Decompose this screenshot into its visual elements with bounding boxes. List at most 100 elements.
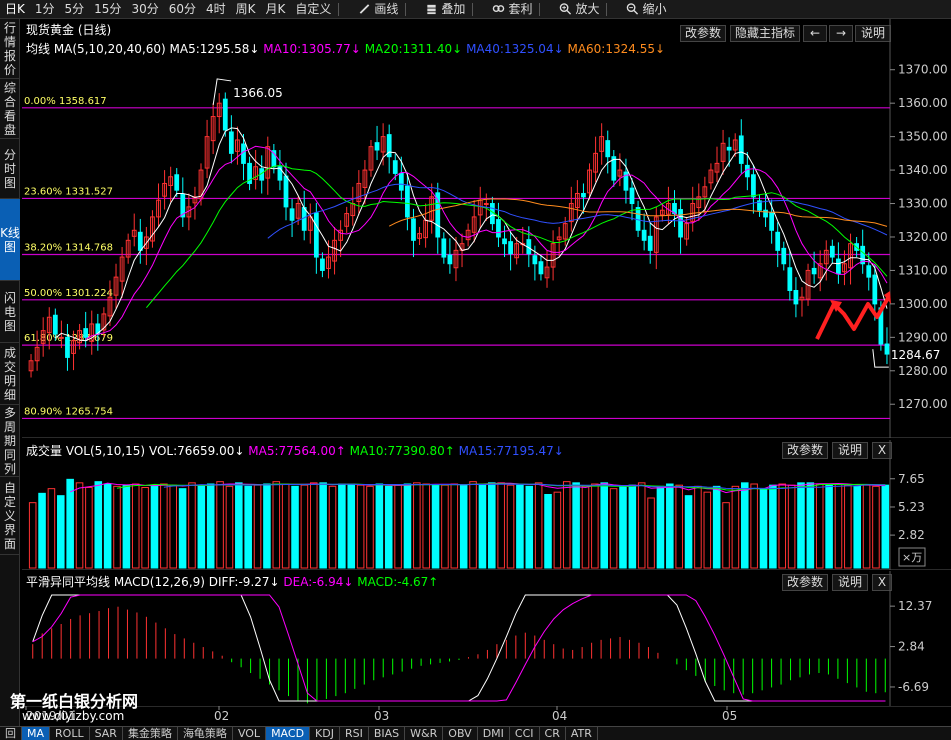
indicator-tab-vol[interactable]: VOL — [233, 727, 267, 740]
volume-bar — [450, 483, 459, 569]
y-tick-label: 1320.00 — [898, 230, 948, 244]
volume-bar — [609, 488, 618, 569]
indicator-tab-kdj[interactable]: KDJ — [310, 727, 340, 740]
side-tab-3[interactable]: K线图 — [0, 199, 20, 281]
candle-body — [872, 274, 878, 305]
volume-panel[interactable]: 成交量 VOL(5,10,15) VOL:76659.00↓ MA5:77564… — [22, 440, 951, 570]
volume-bar — [141, 487, 149, 569]
candle-body — [228, 131, 234, 154]
side-tab-7[interactable]: 自定义界面 — [0, 477, 20, 555]
volume-bar — [122, 484, 131, 569]
candle-body — [52, 314, 58, 335]
period-tab-5[interactable]: 60分 — [164, 0, 201, 19]
period-tab-8[interactable]: 月K — [261, 0, 291, 19]
side-tab-6[interactable]: 多周期同列 — [0, 405, 20, 477]
watermark-url: www.diyizby.com — [22, 709, 125, 723]
candle-body — [398, 172, 404, 191]
volume-bar — [872, 485, 880, 569]
volume-bar — [806, 482, 815, 569]
fib-label: 50.00% 1301.224 — [24, 288, 113, 299]
candle-body — [605, 140, 611, 158]
price-panel[interactable]: 现货黄金 (日线) 均线 MA(5,10,20,40,60) MA5:1295.… — [22, 19, 951, 438]
period-tab-6[interactable]: 4时 — [201, 0, 231, 19]
fib-label: 23.60% 1331.527 — [24, 186, 113, 197]
volume-bar — [356, 484, 365, 569]
indicator-tab-w&r[interactable]: W&R — [405, 727, 444, 740]
period-tab-2[interactable]: 5分 — [60, 0, 90, 19]
ma5-line — [54, 127, 888, 342]
x-tick-label: 03 — [374, 709, 389, 723]
indicator-tab-海龟策略[interactable]: 海龟策略 — [178, 727, 233, 740]
candle-body — [289, 208, 295, 221]
side-tab-4[interactable]: 闪电图 — [0, 281, 20, 343]
diff-line — [32, 594, 886, 702]
period-tab-4[interactable]: 30分 — [126, 0, 163, 19]
candle-body — [502, 238, 507, 245]
volume-bar — [694, 485, 702, 569]
volume-bar — [94, 481, 103, 569]
candle-body — [241, 143, 246, 164]
period-tab-9[interactable]: 自定义 — [290, 0, 336, 19]
volume-bar — [366, 485, 374, 569]
indicator-tab-cr[interactable]: CR — [540, 727, 566, 740]
indicator-tab-rsi[interactable]: RSI — [340, 727, 369, 740]
volume-bar — [225, 485, 234, 569]
indicator-tab-obv[interactable]: OBV — [443, 727, 478, 740]
indicator-tab-sar[interactable]: SAR — [90, 727, 123, 740]
tool-zoom-in-button[interactable]: 放大 — [554, 0, 604, 19]
indicator-tab-bias[interactable]: BIAS — [369, 727, 406, 740]
tool-link-button[interactable]: 套利 — [487, 0, 537, 19]
macd-chart: 12.37 2.84 -6.69 — [32, 571, 932, 706]
indicator-tab-macd[interactable]: MACD — [266, 727, 311, 740]
volume-bar — [488, 482, 496, 569]
candle-body — [313, 212, 319, 258]
toolbar-divider — [405, 2, 407, 16]
y-tick-label: 1350.00 — [898, 130, 948, 144]
y-tick-label: 1330.00 — [898, 197, 948, 211]
indicator-tab-ma[interactable]: MA — [22, 727, 51, 740]
period-tab-1[interactable]: 1分 — [30, 0, 60, 19]
ma10-line — [85, 145, 888, 340]
volume-bar — [825, 483, 833, 569]
macd-panel[interactable]: 平滑异同平均线 MACD(12,26,9) DIFF:-9.27↓ DEA:-6… — [22, 571, 951, 706]
candle-body — [793, 290, 799, 305]
volume-bar — [544, 494, 552, 569]
indicator-tab-atr[interactable]: ATR — [566, 727, 598, 740]
volume-bar — [853, 485, 861, 569]
candlestick-chart: 1370.00 1360.00 1350.00 1340.00 1330.00 1320.… — [22, 19, 951, 438]
candle-body — [411, 218, 416, 241]
side-tab-2[interactable]: 分时图 — [0, 139, 20, 199]
indicator-tab-roll[interactable]: ROLL — [50, 727, 90, 740]
volume-bar — [28, 502, 37, 569]
volume-bar — [57, 495, 65, 569]
volume-bar — [666, 483, 674, 569]
volume-bar — [787, 484, 796, 569]
candle-body — [538, 261, 544, 275]
indicator-tab-dmi[interactable]: DMI — [478, 727, 510, 740]
side-tab-1[interactable]: 综合看盘 — [0, 79, 20, 139]
candle-body — [836, 258, 841, 275]
macd-y-label: 2.84 — [898, 640, 925, 654]
toolbar-divider — [338, 2, 340, 16]
period-tab-0[interactable]: 日K — [0, 0, 30, 19]
indicator-tab-回[interactable]: 回 — [0, 727, 22, 740]
side-tab-0[interactable]: 行情报价 — [0, 19, 20, 79]
candle-body — [222, 98, 228, 131]
volume-bar — [600, 482, 609, 569]
candle-body — [629, 187, 635, 205]
period-tab-3[interactable]: 15分 — [89, 0, 126, 19]
volume-bar — [844, 484, 852, 569]
volume-bar — [769, 484, 777, 569]
side-tab-5[interactable]: 成交明细 — [0, 343, 20, 405]
volume-bar — [684, 495, 693, 569]
volume-bar — [441, 484, 449, 569]
indicator-tab-cci[interactable]: CCI — [510, 727, 540, 740]
tool-pencil-button[interactable]: 画线 — [353, 0, 403, 19]
tool-stack-button[interactable]: 叠加 — [420, 0, 470, 19]
period-tab-7[interactable]: 周K — [231, 0, 261, 19]
chart-window: 日K 1分 5分 15分 30分 60分 4时 周K 月K 自定义 画线 叠加 套利 放大 缩小 行情报价综… — [0, 0, 951, 740]
indicator-tab-集金策略[interactable]: 集金策略 — [123, 727, 178, 740]
candle-body — [647, 235, 653, 251]
tool-zoom-out-button[interactable]: 缩小 — [621, 0, 671, 19]
volume-bar — [797, 482, 805, 569]
